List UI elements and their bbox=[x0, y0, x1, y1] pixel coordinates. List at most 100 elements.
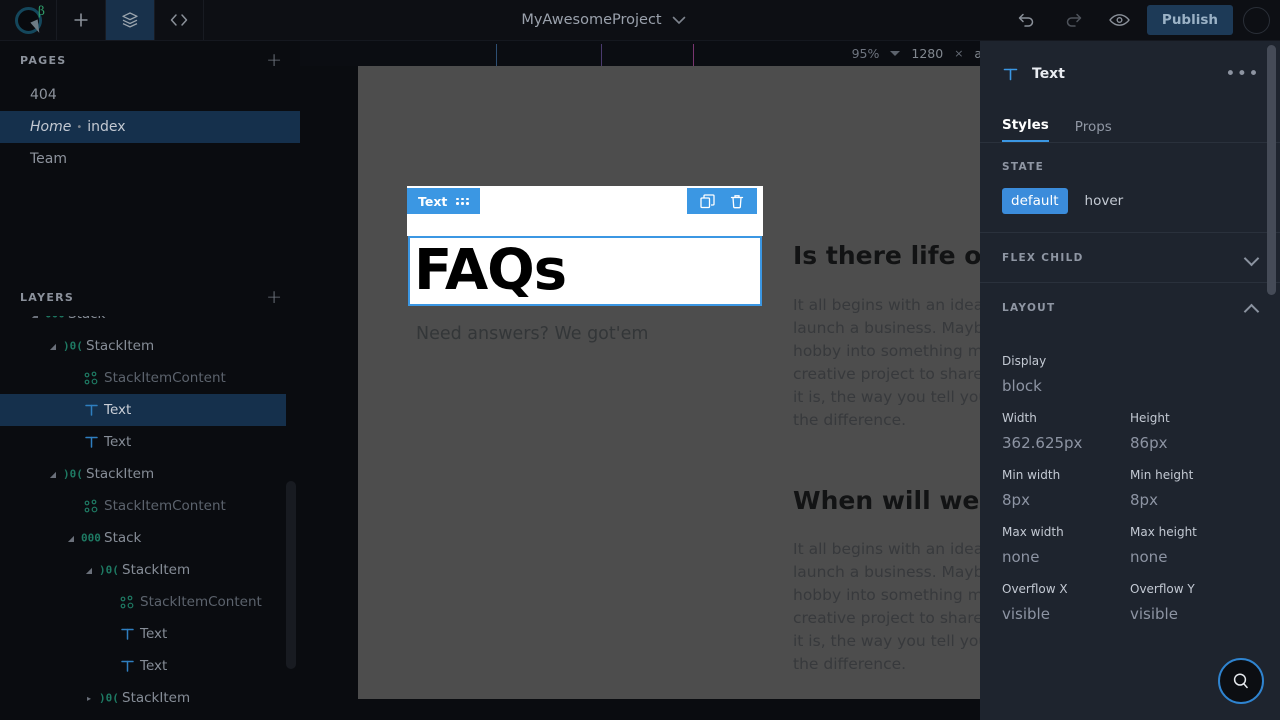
app-logo[interactable]: β bbox=[0, 0, 56, 40]
prop-label-min-height: Min height bbox=[1130, 468, 1194, 482]
layer-row-stackitemcontent[interactable]: StackItemContent bbox=[0, 586, 300, 618]
state-option-hover[interactable]: hover bbox=[1076, 188, 1133, 214]
canvas-width-input[interactable]: 1280 bbox=[911, 46, 943, 61]
stackitem-icon: )0( bbox=[60, 340, 86, 352]
layer-row-text[interactable]: Text bbox=[0, 650, 300, 682]
prop-value-max-width[interactable]: none bbox=[1002, 548, 1130, 566]
trash-icon[interactable] bbox=[730, 194, 744, 209]
layer-row-text[interactable]: Text bbox=[0, 426, 300, 458]
code-brackets-icon bbox=[170, 14, 188, 26]
layer-row-stackitem[interactable]: ◢)0(StackItem bbox=[0, 458, 300, 490]
layer-label: StackItemContent bbox=[104, 370, 226, 386]
inspector-tabs: Styles Props bbox=[980, 107, 1280, 143]
undo-arrow-icon bbox=[1019, 13, 1034, 27]
prop-value-min-width[interactable]: 8px bbox=[1002, 491, 1130, 509]
page-item-404[interactable]: 404 bbox=[0, 79, 300, 111]
layer-row-stackitemcontent[interactable]: StackItemContent bbox=[0, 362, 300, 394]
flex-child-section-header[interactable]: FLEX CHILD bbox=[980, 232, 1280, 282]
stackitem-icon: )0( bbox=[99, 692, 119, 704]
code-view-button[interactable] bbox=[155, 0, 203, 40]
prop-value-max-height[interactable]: none bbox=[1130, 548, 1258, 566]
publish-button[interactable]: Publish bbox=[1146, 5, 1233, 35]
page-name: Home bbox=[30, 119, 72, 135]
page-item-team[interactable]: Team bbox=[0, 143, 300, 175]
inspector-scrollbar[interactable] bbox=[1267, 45, 1276, 295]
prop-value-width[interactable]: 362.625px bbox=[1002, 434, 1130, 452]
chevron-down-icon[interactable] bbox=[890, 51, 901, 56]
faq-subtitle[interactable]: Need answers? We got'em bbox=[416, 324, 648, 344]
layer-row-stack[interactable]: ◢000Stack bbox=[0, 316, 300, 330]
layer-label: Text bbox=[104, 402, 132, 418]
layout-section-header[interactable]: LAYOUT bbox=[980, 282, 1280, 332]
layer-row-stack[interactable]: ◢000Stack bbox=[0, 522, 300, 554]
breakpoint-tick-1[interactable] bbox=[601, 44, 602, 66]
layers-tree[interactable]: ◢000Stack◢)0(StackItem StackItemContent … bbox=[0, 316, 300, 720]
prop-value-overflow-x[interactable]: visible bbox=[1002, 605, 1130, 623]
page-item-home[interactable]: Home • index bbox=[0, 111, 300, 143]
inspector-header: Text ••• bbox=[980, 41, 1280, 107]
inspector-panel: Text ••• Styles Props STATE default hove… bbox=[980, 41, 1280, 720]
stack-icon: 000 bbox=[42, 316, 68, 320]
layer-row-stackitemcontent[interactable]: StackItemContent bbox=[0, 490, 300, 522]
project-title-menu[interactable]: MyAwesomeProject bbox=[204, 0, 1003, 40]
layers-scrollbar[interactable] bbox=[286, 481, 296, 669]
prop-label-display: Display bbox=[1002, 354, 1047, 368]
page-slug: index bbox=[87, 119, 126, 135]
svg-text:000: 000 bbox=[81, 532, 101, 544]
layer-row-text[interactable]: Text bbox=[0, 394, 286, 426]
caret-down-icon[interactable]: ◢ bbox=[46, 470, 60, 479]
layer-row-stackitem[interactable]: ◢)0(StackItem bbox=[0, 554, 300, 586]
text-icon bbox=[120, 628, 134, 640]
text-icon bbox=[84, 436, 98, 448]
help-button[interactable] bbox=[1218, 658, 1264, 704]
add-element-button[interactable] bbox=[57, 0, 105, 40]
avatar[interactable] bbox=[1243, 6, 1270, 34]
layers-panel-button[interactable] bbox=[106, 0, 154, 40]
drag-grip-icon[interactable] bbox=[456, 197, 469, 205]
prop-value-min-height[interactable]: 8px bbox=[1130, 491, 1258, 509]
layer-row-stackitem[interactable]: ◢)0(StackItem bbox=[0, 330, 300, 362]
help-search-icon bbox=[1233, 673, 1248, 689]
prop-label-height: Height bbox=[1130, 411, 1170, 425]
layer-row-stackitem[interactable]: ▸)0(StackItem bbox=[0, 682, 300, 714]
state-option-default[interactable]: default bbox=[1002, 188, 1068, 214]
chevron-up-icon bbox=[1245, 301, 1258, 314]
svg-text:)0(: )0( bbox=[63, 340, 83, 352]
caret-placeholder bbox=[64, 502, 78, 511]
caret-right-icon[interactable]: ▸ bbox=[82, 694, 96, 703]
add-layer-button[interactable]: + bbox=[266, 287, 282, 307]
preview-button[interactable] bbox=[1097, 0, 1143, 41]
add-page-button[interactable]: + bbox=[266, 50, 282, 70]
ellipsis-icon[interactable]: ••• bbox=[1225, 65, 1260, 83]
caret-down-icon[interactable]: ◢ bbox=[82, 566, 96, 575]
plus-icon bbox=[74, 13, 88, 27]
redo-button[interactable] bbox=[1051, 0, 1097, 41]
prop-value-overflow-y[interactable]: visible bbox=[1130, 605, 1258, 623]
caret-down-icon[interactable]: ◢ bbox=[46, 342, 60, 351]
tab-props[interactable]: Props bbox=[1075, 119, 1112, 142]
flex-child-label: FLEX CHILD bbox=[1002, 251, 1084, 264]
text-icon bbox=[84, 404, 98, 416]
layout-label: LAYOUT bbox=[1002, 301, 1056, 314]
caret-down-icon[interactable]: ◢ bbox=[64, 534, 78, 543]
prop-label-min-width: Min width bbox=[1002, 468, 1061, 482]
selection-label-badge[interactable]: Text bbox=[407, 188, 481, 214]
text-icon bbox=[114, 659, 140, 673]
prop-value-height[interactable]: 86px bbox=[1130, 434, 1258, 452]
breakpoint-tick-0[interactable] bbox=[496, 44, 497, 66]
tab-styles[interactable]: Styles bbox=[1002, 117, 1049, 142]
zoom-level[interactable]: 95% bbox=[852, 46, 880, 61]
undo-button[interactable] bbox=[1004, 0, 1050, 41]
layout-properties: Display block Width 362.625px Height 86p… bbox=[980, 332, 1280, 623]
prop-value-display[interactable]: block bbox=[1002, 377, 1130, 395]
svg-text:)0(: )0( bbox=[63, 468, 83, 480]
duplicate-icon[interactable] bbox=[700, 193, 715, 209]
layer-row-text[interactable]: Text bbox=[0, 618, 300, 650]
page-name: 404 bbox=[30, 87, 57, 103]
state-section-label: STATE bbox=[1002, 161, 1045, 173]
zoom-controls: 95% 1280 × au bbox=[852, 41, 990, 66]
caret-down-icon[interactable]: ◢ bbox=[28, 316, 42, 319]
selected-text-element[interactable]: FAQs bbox=[408, 236, 762, 306]
breakpoint-tick-2[interactable] bbox=[693, 44, 694, 66]
stackitem-icon: )0( bbox=[96, 692, 122, 704]
